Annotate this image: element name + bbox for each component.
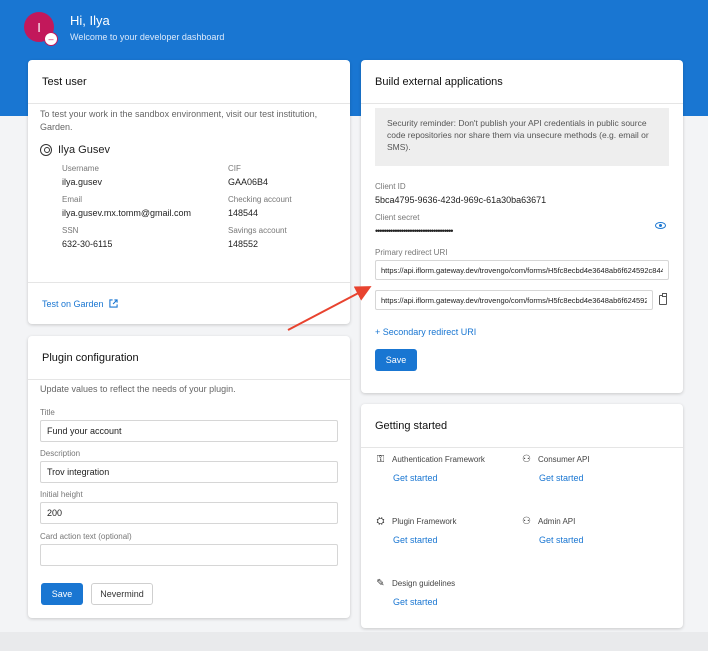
annotation-arrow [287, 286, 372, 331]
page-footer-strip [0, 632, 708, 651]
